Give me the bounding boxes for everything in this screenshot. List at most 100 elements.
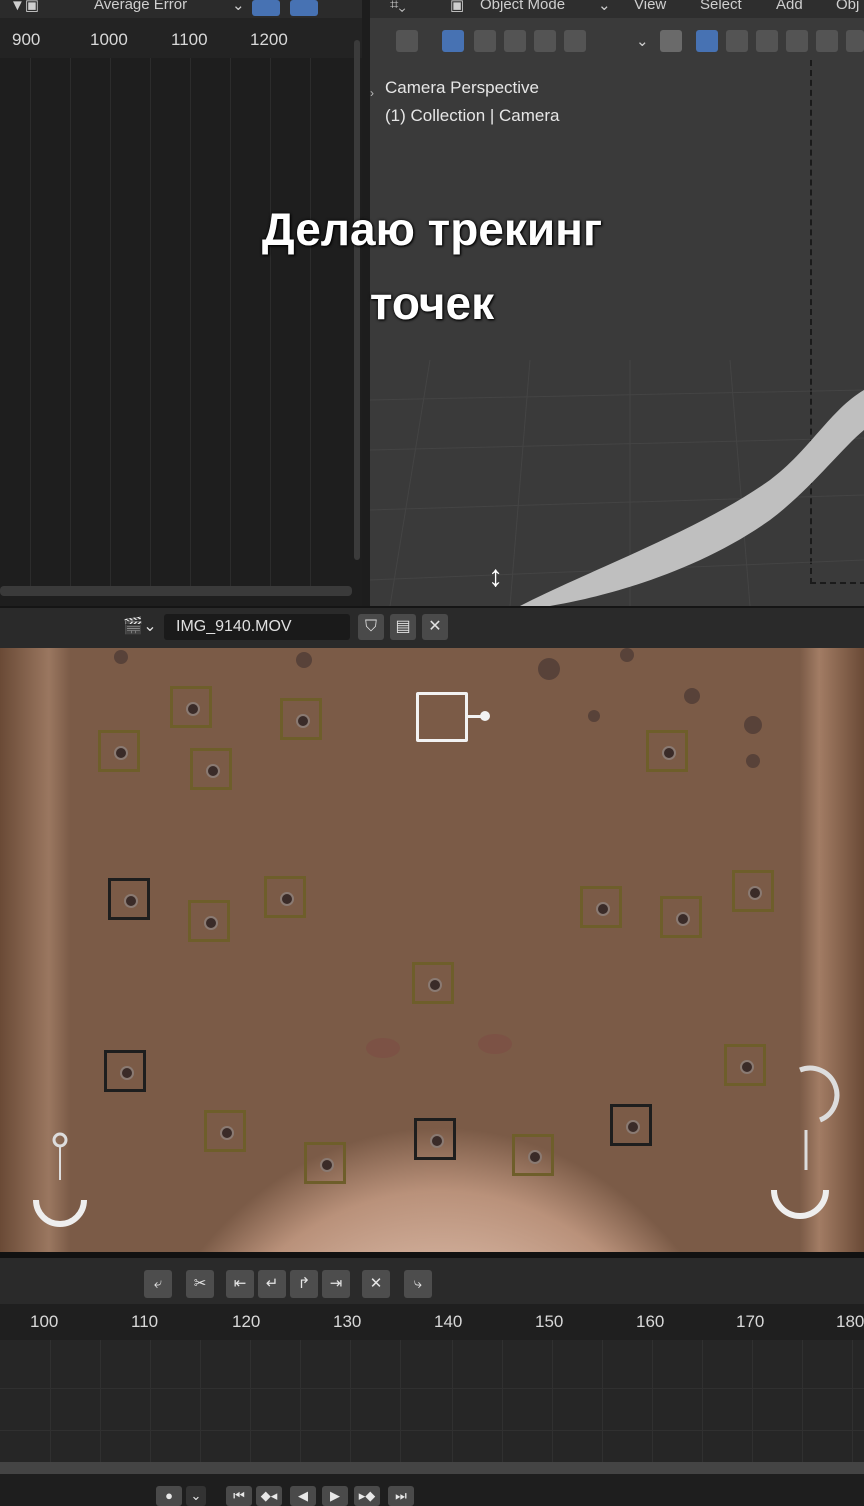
timeline-grid-line xyxy=(50,1340,51,1462)
timeline-grid-line xyxy=(100,1340,101,1462)
clip-name-field[interactable]: IMG_9140.MOV xyxy=(164,614,350,640)
track-to-start-icon[interactable]: ⇤ xyxy=(226,1270,254,1298)
next-keyframe-icon[interactable]: ▸◆ xyxy=(354,1486,380,1506)
active-tracking-marker[interactable] xyxy=(416,692,468,742)
tracking-marker[interactable] xyxy=(264,876,306,918)
timeline-tick: 110 xyxy=(131,1312,159,1331)
tracking-marker[interactable] xyxy=(170,686,212,728)
timeline-grid-line xyxy=(752,1340,753,1462)
timeline-grid-line xyxy=(552,1340,553,1462)
chevron-right-icon[interactable]: › xyxy=(370,86,374,100)
record-icon[interactable]: ● xyxy=(156,1486,182,1506)
editor-type-icon[interactable]: ▼▣ xyxy=(10,0,39,14)
object-mode-dropdown[interactable]: Object Mode xyxy=(480,0,565,13)
select-box-icon[interactable] xyxy=(442,30,464,52)
track-forward-icon[interactable]: ⤷ xyxy=(404,1270,432,1298)
timeline-tick: 100 xyxy=(30,1312,59,1331)
clear-path-icon[interactable]: ✕ xyxy=(362,1270,390,1298)
ruler-tick: 1100 xyxy=(171,30,208,49)
cursor-tool-button[interactable] xyxy=(396,30,418,52)
nostril-left xyxy=(366,1038,400,1058)
tracking-marker[interactable] xyxy=(660,896,702,938)
menu-select[interactable]: Select xyxy=(700,0,742,13)
tracking-marker[interactable] xyxy=(188,900,230,942)
tracking-marker[interactable] xyxy=(104,1050,146,1092)
resize-vertical-icon[interactable]: ↕ xyxy=(488,560,503,594)
tracking-marker[interactable] xyxy=(724,1044,766,1086)
menu-add[interactable]: Add xyxy=(776,0,803,13)
gizmo-icon[interactable] xyxy=(846,30,864,52)
frame-ruler[interactable]: 900 1000 1100 1200 xyxy=(0,18,362,58)
menu-view[interactable]: View xyxy=(634,0,666,13)
timeline-tick: 150 xyxy=(535,1312,564,1331)
freckle xyxy=(588,710,600,722)
timeline-tick: 140 xyxy=(434,1312,463,1331)
menu-object[interactable]: Obj xyxy=(836,0,859,13)
track-previous-icon[interactable]: ↵ xyxy=(258,1270,286,1298)
close-icon[interactable]: ✕ xyxy=(422,614,448,640)
track-to-end-icon[interactable]: ⇥ xyxy=(322,1270,350,1298)
rendered-shading-icon[interactable] xyxy=(786,30,808,52)
tracking-marker[interactable] xyxy=(108,878,150,920)
chevron-down-icon[interactable]: ⌄ xyxy=(186,1486,206,1506)
shield-icon[interactable]: ⛉ xyxy=(358,614,384,640)
tracking-marker[interactable] xyxy=(280,698,322,740)
timeline-grid-line xyxy=(350,1340,351,1462)
3d-model-shape xyxy=(520,390,864,606)
track-next-icon[interactable]: ↱ xyxy=(290,1270,318,1298)
jump-to-start-icon[interactable]: ⏮ xyxy=(226,1486,252,1506)
tracking-marker[interactable] xyxy=(512,1134,554,1176)
tracking-marker[interactable] xyxy=(646,730,688,772)
timeline-grid-line xyxy=(702,1340,703,1462)
timeline-scrollbar[interactable] xyxy=(0,1462,864,1474)
solid-shading-icon[interactable] xyxy=(726,30,748,52)
marker-offset-knob[interactable] xyxy=(480,711,490,721)
material-shading-icon[interactable] xyxy=(756,30,778,52)
clear-track-icon[interactable]: ✂ xyxy=(186,1270,214,1298)
tracking-marker[interactable] xyxy=(98,730,140,772)
chevron-down-icon[interactable]: ⌄ xyxy=(636,32,649,50)
wireframe-shading-icon[interactable] xyxy=(696,30,718,52)
graph-editor-header: ▼▣ Average Error ⌄ xyxy=(0,0,362,18)
timeline-body[interactable] xyxy=(0,1340,864,1462)
curve-toggle-button[interactable] xyxy=(290,0,318,16)
tracking-marker[interactable] xyxy=(204,1110,246,1152)
chevron-down-icon[interactable]: ⌄ xyxy=(232,0,245,14)
select-mode-icon[interactable] xyxy=(474,30,496,52)
select-mode-icon[interactable] xyxy=(564,30,586,52)
folder-icon[interactable]: ▤ xyxy=(390,614,416,640)
average-error-dropdown[interactable]: Average Error xyxy=(94,0,187,13)
timeline-grid-line xyxy=(200,1340,201,1462)
tracking-marker[interactable] xyxy=(732,870,774,912)
play-reverse-icon[interactable]: ◀ xyxy=(290,1486,316,1506)
viewport-overlay-title: Camera Perspective xyxy=(385,78,540,97)
tracking-marker[interactable] xyxy=(610,1104,652,1146)
freckle xyxy=(744,716,762,734)
jump-to-end-icon[interactable]: ⏭ xyxy=(388,1486,414,1506)
overlay-icon[interactable] xyxy=(816,30,838,52)
tracking-marker[interactable] xyxy=(190,748,232,790)
clip-icon[interactable]: 🎬⌄ xyxy=(120,614,160,640)
tracking-marker[interactable] xyxy=(304,1142,346,1184)
previous-keyframe-icon[interactable]: ◆◂ xyxy=(256,1486,282,1506)
select-mode-icon[interactable] xyxy=(534,30,556,52)
tracking-marker[interactable] xyxy=(580,886,622,928)
track-backward-icon[interactable]: ⤶ xyxy=(144,1270,172,1298)
timeline-grid-line xyxy=(802,1340,803,1462)
play-icon[interactable]: ▶ xyxy=(322,1486,348,1506)
horizontal-scrollbar[interactable] xyxy=(0,586,352,596)
select-mode-icon[interactable] xyxy=(504,30,526,52)
timeline-ruler[interactable] xyxy=(0,1304,864,1340)
filter-toggle-button[interactable] xyxy=(252,0,280,16)
chevron-down-icon[interactable]: ⌄ xyxy=(598,0,611,14)
timeline-grid-line xyxy=(852,1340,853,1462)
timeline-grid-line xyxy=(250,1340,251,1462)
tracking-marker[interactable] xyxy=(412,962,454,1004)
editor-type-icon[interactable]: ⌗⌄ xyxy=(390,0,406,13)
clip-tools-bar xyxy=(0,1252,864,1310)
ruler-tick: 1000 xyxy=(90,30,128,49)
viewport-shading-icon[interactable] xyxy=(660,30,682,52)
tracking-marker[interactable] xyxy=(414,1118,456,1160)
timeline-tick: 160 xyxy=(636,1312,665,1331)
timeline-grid-line xyxy=(652,1340,653,1462)
